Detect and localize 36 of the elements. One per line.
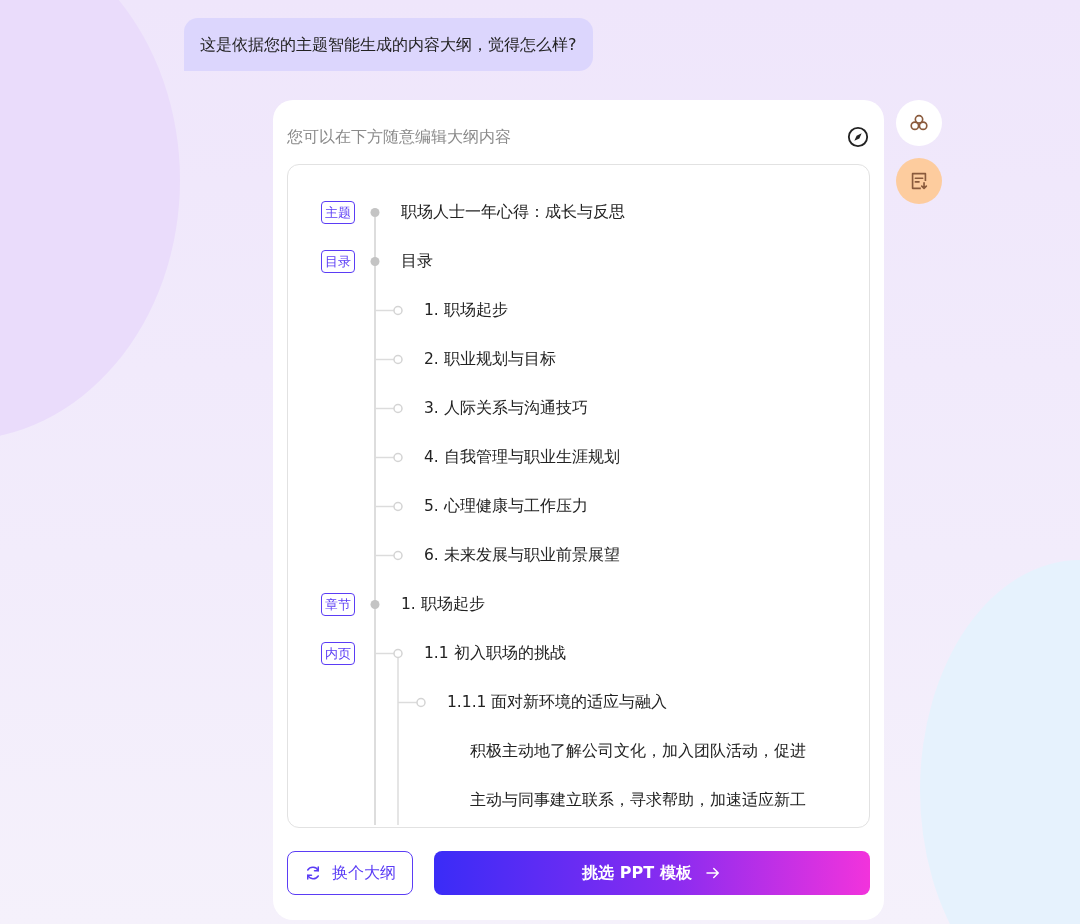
outline-item: 3. 人际关系与沟通技巧 [424, 398, 588, 419]
level-tag: 主题 [321, 200, 355, 225]
node-dot [370, 600, 380, 609]
node-dot [393, 501, 403, 512]
outline-item: 6. 未来发展与职业前景展望 [424, 545, 620, 566]
node-dot [393, 648, 403, 659]
node-dot [416, 697, 426, 708]
chat-message: 这是依据您的主题智能生成的内容大纲，觉得怎么样? [184, 18, 593, 71]
outline-item: 1.1 初入职场的挑战 [424, 643, 566, 664]
outline-item: 职场人士一年心得：成长与反思 [401, 202, 625, 223]
node-dot [393, 305, 403, 316]
node-dot [393, 550, 403, 561]
node-dot [370, 208, 380, 217]
shapes-button[interactable] [896, 100, 942, 146]
outline-item: 目录 [401, 251, 433, 272]
node-dot [393, 403, 403, 414]
outline-item: 2. 职业规划与目标 [424, 349, 556, 370]
outline-item: 积极主动地了解公司文化，加入团队活动，促进 [470, 741, 806, 762]
change-outline-button[interactable]: 换个大纲 [287, 851, 413, 895]
refresh-icon [304, 864, 322, 882]
compass-icon[interactable] [847, 126, 869, 148]
outline-item: 4. 自我管理与职业生涯规划 [424, 447, 620, 468]
node-dot [370, 257, 380, 266]
outline-item: 5. 心理健康与工作压力 [424, 496, 588, 517]
document-button[interactable] [896, 158, 942, 204]
level-tag: 目录 [321, 249, 355, 274]
level-tag: 内页 [321, 641, 355, 666]
node-dot [393, 354, 403, 365]
node-dot [393, 452, 403, 463]
outline-item: 主动与同事建立联系，寻求帮助，加速适应新工 [470, 790, 806, 811]
outline-item: 1. 职场起步 [424, 300, 508, 321]
editor-hint: 您可以在下方随意编辑大纲内容 [287, 126, 511, 148]
level-tag: 章节 [321, 592, 355, 617]
choose-template-button[interactable]: 挑选 PPT 模板 [434, 851, 870, 895]
outline-item: 1. 职场起步 [401, 594, 485, 615]
outline-item: 1.1.1 面对新环境的适应与融入 [447, 692, 668, 713]
